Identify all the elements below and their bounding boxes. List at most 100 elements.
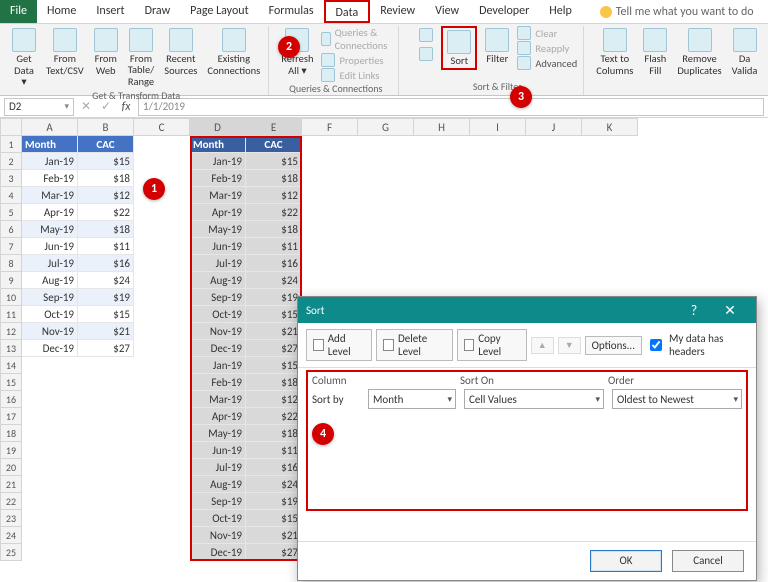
cell-E9[interactable]: $24 — [246, 272, 302, 289]
cell-B7[interactable]: $11 — [78, 238, 134, 255]
cell-D12[interactable]: Nov-19 — [190, 323, 246, 340]
cell-E14[interactable]: $15 — [246, 357, 302, 374]
cell-B2[interactable]: $15 — [78, 153, 134, 170]
cell-B1[interactable]: CAC — [78, 136, 134, 153]
cell-D21[interactable]: Aug-19 — [190, 476, 246, 493]
from-table-button[interactable]: From Table/Range — [126, 26, 157, 89]
cancel-button[interactable]: Cancel — [672, 550, 744, 572]
cell-D1[interactable]: Month — [190, 136, 246, 153]
from-web-button[interactable]: FromWeb — [92, 26, 120, 78]
cell-B6[interactable]: $18 — [78, 221, 134, 238]
cell-E16[interactable]: $12 — [246, 391, 302, 408]
column-header-H[interactable]: H — [414, 118, 470, 136]
cell-E3[interactable]: $18 — [246, 170, 302, 187]
cell-E13[interactable]: $27 — [246, 340, 302, 357]
row-header-13[interactable]: 13 — [0, 340, 22, 357]
row-header-3[interactable]: 3 — [0, 170, 22, 187]
row-header-7[interactable]: 7 — [0, 238, 22, 255]
cell-D14[interactable]: Jan-19 — [190, 357, 246, 374]
cell-D10[interactable]: Sep-19 — [190, 289, 246, 306]
row-header-20[interactable]: 20 — [0, 459, 22, 476]
cell-A8[interactable]: Jul-19 — [22, 255, 78, 272]
cell-A2[interactable]: Jan-19 — [22, 153, 78, 170]
dialog-close-button[interactable]: ✕ — [712, 302, 748, 319]
cell-A6[interactable]: May-19 — [22, 221, 78, 238]
cell-E7[interactable]: $11 — [246, 238, 302, 255]
cell-D25[interactable]: Dec-19 — [190, 544, 246, 561]
row-header-15[interactable]: 15 — [0, 374, 22, 391]
cell-E10[interactable]: $19 — [246, 289, 302, 306]
copy-level-button[interactable]: Copy Level — [457, 329, 527, 361]
properties-row[interactable]: Properties — [321, 53, 392, 67]
row-header-24[interactable]: 24 — [0, 527, 22, 544]
row-header-18[interactable]: 18 — [0, 425, 22, 442]
cell-D17[interactable]: Apr-19 — [190, 408, 246, 425]
column-header-J[interactable]: J — [526, 118, 582, 136]
cell-A3[interactable]: Feb-19 — [22, 170, 78, 187]
cell-A5[interactable]: Apr-19 — [22, 204, 78, 221]
row-header-8[interactable]: 8 — [0, 255, 22, 272]
tab-data[interactable]: Data — [324, 0, 371, 23]
advanced-row[interactable]: Advanced — [517, 56, 577, 70]
cell-E18[interactable]: $18 — [246, 425, 302, 442]
cell-A10[interactable]: Sep-19 — [22, 289, 78, 306]
queries-connections-row[interactable]: Queries & Connections — [321, 26, 392, 52]
cell-E11[interactable]: $15 — [246, 306, 302, 323]
row-header-5[interactable]: 5 — [0, 204, 22, 221]
row-header-21[interactable]: 21 — [0, 476, 22, 493]
dialog-titlebar[interactable]: Sort ? ✕ — [298, 297, 756, 323]
tab-formulas[interactable]: Formulas — [259, 0, 324, 23]
cell-D8[interactable]: Jul-19 — [190, 255, 246, 272]
tell-me[interactable]: Tell me what you want to do — [590, 0, 764, 23]
cell-D20[interactable]: Jul-19 — [190, 459, 246, 476]
row-header-12[interactable]: 12 — [0, 323, 22, 340]
worksheet[interactable]: 1 ABCDEFGHIJK 12345678910111213141516171… — [0, 118, 768, 582]
tab-help[interactable]: Help — [539, 0, 582, 23]
column-header-A[interactable]: A — [22, 118, 78, 136]
cell-E15[interactable]: $18 — [246, 374, 302, 391]
cell-D19[interactable]: Jun-19 — [190, 442, 246, 459]
cell-E6[interactable]: $18 — [246, 221, 302, 238]
cell-B5[interactable]: $22 — [78, 204, 134, 221]
row-header-16[interactable]: 16 — [0, 391, 22, 408]
flash-fill-button[interactable]: FlashFill — [641, 26, 669, 78]
cell-D5[interactable]: Apr-19 — [190, 204, 246, 221]
cell-D4[interactable]: Mar-19 — [190, 187, 246, 204]
row-header-23[interactable]: 23 — [0, 510, 22, 527]
row-header-19[interactable]: 19 — [0, 442, 22, 459]
cell-D11[interactable]: Oct-19 — [190, 306, 246, 323]
cell-D13[interactable]: Dec-19 — [190, 340, 246, 357]
cell-D24[interactable]: Nov-19 — [190, 527, 246, 544]
cell-E2[interactable]: $15 — [246, 153, 302, 170]
headers-checkbox[interactable]: My data has headers — [646, 332, 748, 358]
cell-B10[interactable]: $19 — [78, 289, 134, 306]
from-text-csv-button[interactable]: FromText/CSV — [44, 26, 86, 78]
sort-order-select[interactable]: Oldest to Newest▾ — [612, 389, 742, 409]
edit-links-row[interactable]: Edit Links — [321, 68, 392, 82]
column-header-B[interactable]: B — [78, 118, 134, 136]
add-level-button[interactable]: Add Level — [306, 329, 372, 361]
cell-B11[interactable]: $15 — [78, 306, 134, 323]
cell-A7[interactable]: Jun-19 — [22, 238, 78, 255]
cell-D2[interactable]: Jan-19 — [190, 153, 246, 170]
row-header-9[interactable]: 9 — [0, 272, 22, 289]
tab-file[interactable]: File — [0, 0, 37, 23]
column-header-G[interactable]: G — [358, 118, 414, 136]
column-header-F[interactable]: F — [302, 118, 358, 136]
row-header-14[interactable]: 14 — [0, 357, 22, 374]
ok-button[interactable]: OK — [590, 550, 662, 572]
row-header-10[interactable]: 10 — [0, 289, 22, 306]
cell-D9[interactable]: Aug-19 — [190, 272, 246, 289]
cell-D7[interactable]: Jun-19 — [190, 238, 246, 255]
tab-insert[interactable]: Insert — [86, 0, 134, 23]
data-validation-button[interactable]: DaValida — [730, 26, 760, 78]
cell-A4[interactable]: Mar-19 — [22, 187, 78, 204]
clear-row[interactable]: Clear — [517, 26, 577, 40]
name-box[interactable]: D2▾ — [4, 98, 74, 116]
column-header-E[interactable]: E — [246, 118, 302, 136]
recent-sources-button[interactable]: RecentSources — [162, 26, 199, 78]
reapply-row[interactable]: Reapply — [517, 41, 577, 55]
cell-B13[interactable]: $27 — [78, 340, 134, 357]
formula-input[interactable]: 1/1/2019 — [138, 98, 764, 116]
cell-D6[interactable]: May-19 — [190, 221, 246, 238]
